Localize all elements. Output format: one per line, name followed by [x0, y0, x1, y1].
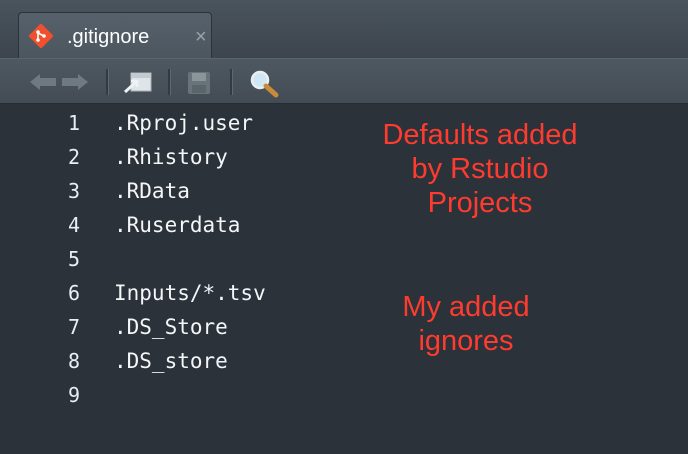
annotation-line: Defaults added — [382, 119, 578, 151]
line-number: 4 — [67, 213, 80, 237]
toolbar-separator — [168, 69, 171, 95]
tab-title: .gitignore — [67, 26, 150, 48]
code-line[interactable]: .DS_store — [114, 349, 228, 373]
code-line[interactable]: .DS_Store — [114, 315, 228, 339]
close-icon[interactable]: × — [195, 26, 207, 48]
code-editor[interactable]: 1 .Rproj.user 2 .Rhistory 3 .RData 4 .Ru… — [0, 104, 688, 454]
editor-toolbar — [0, 58, 688, 104]
code-line[interactable]: .Ruserdata — [114, 213, 240, 237]
back-icon[interactable] — [28, 72, 58, 92]
save-icon[interactable] — [186, 70, 212, 96]
annotation-line: My added — [402, 291, 530, 323]
annotation-line: by Rstudio — [411, 153, 549, 185]
toolbar-separator — [106, 69, 109, 95]
git-icon — [29, 24, 53, 48]
annotation-line: Projects — [427, 187, 533, 219]
line-number: 7 — [67, 315, 80, 339]
code-line[interactable]: .Rproj.user — [114, 111, 253, 135]
annotation-line: ignores — [418, 325, 514, 357]
toolbar-separator — [230, 69, 233, 95]
code-line[interactable]: Inputs/*.tsv — [114, 281, 266, 305]
line-number: 6 — [67, 281, 80, 305]
annotation-defaults: Defaults added by Rstudio Projects — [330, 118, 630, 220]
line-number: 8 — [67, 349, 80, 373]
show-in-window-icon[interactable] — [122, 70, 154, 96]
annotation-mine: My added ignores — [346, 290, 586, 358]
code-line[interactable]: .RData — [114, 179, 190, 203]
forward-icon[interactable] — [60, 72, 90, 92]
find-replace-icon[interactable] — [248, 68, 280, 98]
tab-bar: .gitignore × — [0, 0, 688, 58]
tab-gitignore[interactable]: .gitignore × — [18, 12, 212, 58]
code-line[interactable]: .Rhistory — [114, 145, 228, 169]
line-number: 9 — [67, 383, 80, 407]
line-number: 3 — [67, 179, 80, 203]
line-number: 5 — [67, 247, 80, 271]
line-number: 1 — [67, 111, 80, 135]
line-number: 2 — [67, 145, 80, 169]
